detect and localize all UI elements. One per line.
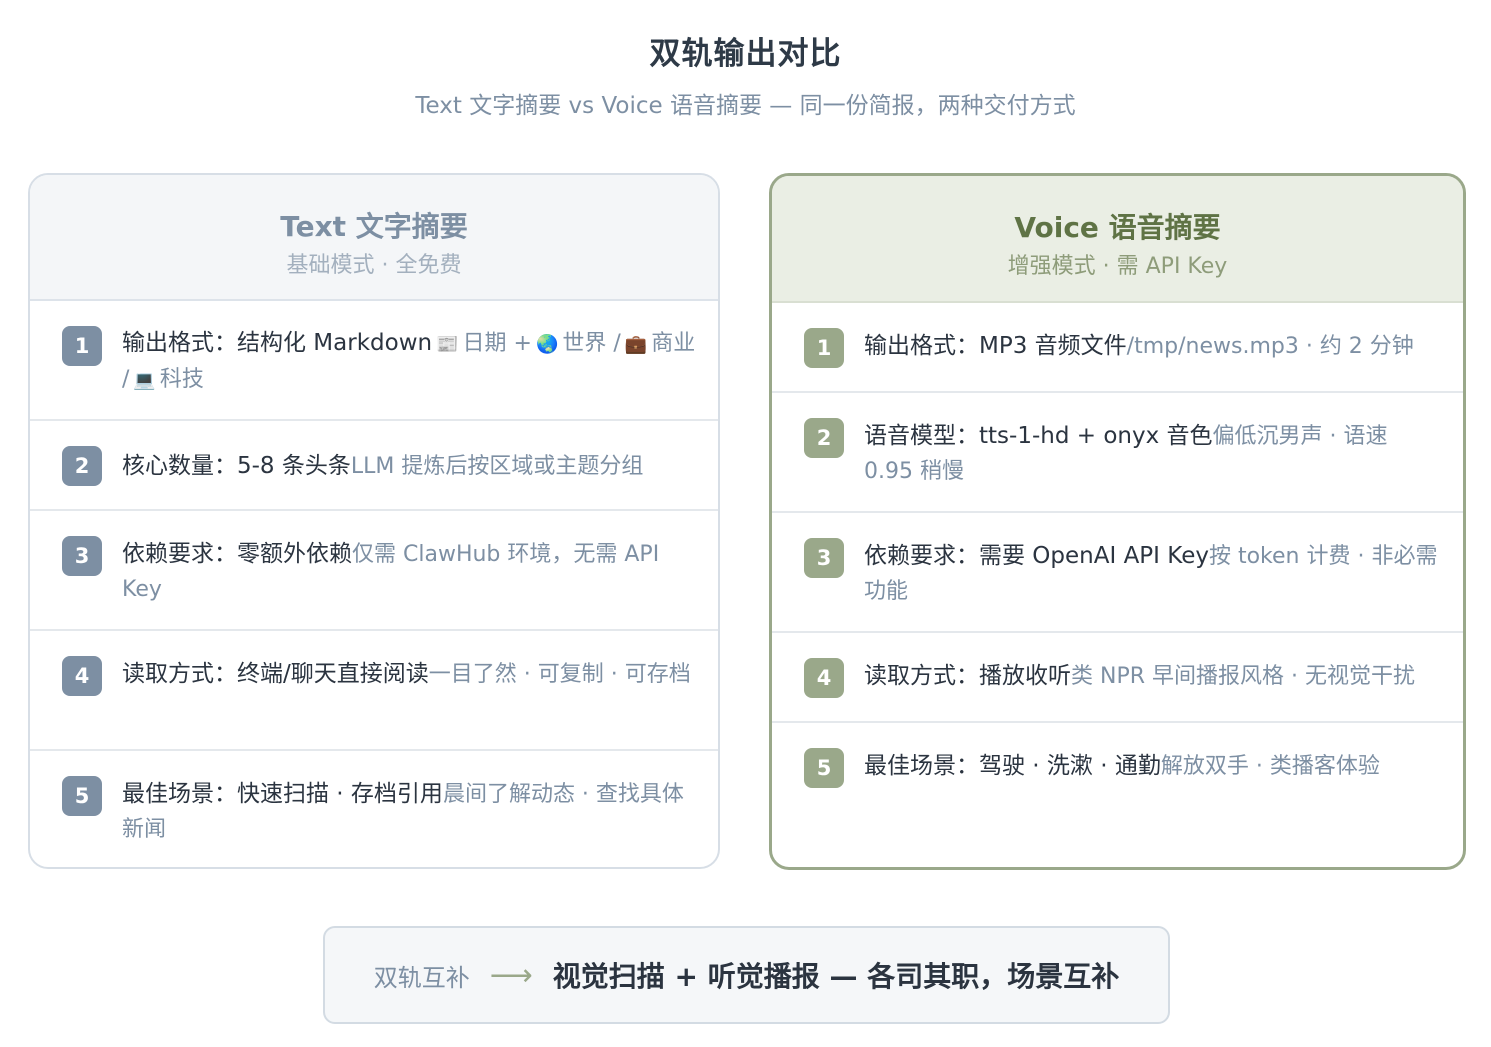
item-note: /tmp/news.mp3 · 约 2 分钟: [1126, 334, 1414, 359]
item-label: 核心数量：: [122, 453, 237, 479]
voice-card-header: Voice 语音摘要 增强模式 · 需 API Key: [772, 176, 1463, 303]
globe-icon: 🌏: [535, 334, 559, 355]
text-card-subtitle: 基础模式 · 全免费: [286, 253, 462, 278]
item-number: 2: [804, 418, 844, 458]
voice-item-1: 1 输出格式：MP3 音频文件/tmp/news.mp3 · 约 2 分钟: [772, 303, 1463, 393]
item-note: 一目了然 · 可复制 · 可存档: [428, 662, 691, 687]
summary-text: 视觉扫描 + 听觉播报 — 各司其职，场景互补: [552, 960, 1120, 993]
text-item-4: 4 读取方式：终端/聊天直接阅读一目了然 · 可复制 · 可存档: [30, 631, 718, 751]
item-number: 3: [62, 536, 102, 576]
item-label: 读取方式：: [864, 663, 979, 689]
voice-card-subtitle: 增强模式 · 需 API Key: [1007, 254, 1228, 279]
newspaper-icon: 📰: [436, 334, 459, 355]
item-number: 1: [62, 326, 102, 366]
summary-label: 双轨互补: [373, 963, 470, 992]
item-label: 最佳场景：: [864, 753, 979, 779]
item-label: 读取方式：: [122, 661, 237, 687]
item-value: tts-1-hd + onyx 音色: [979, 423, 1213, 449]
item-value: 零额外依赖: [237, 541, 352, 567]
text-summary-card: Text 文字摘要 基础模式 · 全免费 1 输出格式：结构化 Markdown…: [28, 173, 720, 869]
text-card-header: Text 文字摘要 基础模式 · 全免费: [30, 175, 718, 301]
item-value: 终端/聊天直接阅读: [237, 661, 429, 687]
item-value: 需要 OpenAI API Key: [979, 543, 1209, 569]
text-item-2: 2 核心数量：5-8 条头条LLM 提炼后按区域或主题分组: [30, 421, 718, 511]
voice-card-title: Voice 语音摘要: [1014, 211, 1221, 244]
item-note: LLM 提炼后按区域或主题分组: [350, 454, 644, 479]
item-note: 世界 /: [562, 331, 621, 356]
item-number: 5: [804, 748, 844, 788]
text-card-title: Text 文字摘要: [280, 210, 468, 243]
item-label: 最佳场景：: [122, 781, 237, 807]
item-note: 解放双手 · 类播客体验: [1160, 754, 1380, 779]
voice-item-4: 4 读取方式：播放收听类 NPR 早间播报风格 · 无视觉干扰: [772, 633, 1463, 723]
item-number: 4: [62, 656, 102, 696]
voice-item-3: 3 依赖要求：需要 OpenAI API Key按 token 计费 · 非必需…: [772, 513, 1463, 633]
item-number: 1: [804, 328, 844, 368]
item-label: 依赖要求：: [122, 541, 237, 567]
laptop-icon: 💻: [133, 370, 156, 391]
item-note: 科技: [159, 367, 204, 392]
item-value: 5-8 条头条: [237, 453, 351, 479]
item-value: 驾驶 · 洗漱 · 通勤: [979, 753, 1161, 779]
item-number: 4: [804, 658, 844, 698]
page-title: 双轨输出对比: [649, 36, 842, 72]
voice-item-2: 2 语音模型：tts-1-hd + onyx 音色偏低沉男声 · 语速 0.95…: [772, 393, 1463, 513]
item-note: 日期 +: [462, 331, 532, 356]
voice-item-5: 5 最佳场景：驾驶 · 洗漱 · 通勤解放双手 · 类播客体验: [772, 723, 1463, 863]
item-label: 依赖要求：: [864, 543, 979, 569]
item-value: 播放收听: [979, 663, 1071, 689]
briefcase-icon: 💼: [624, 334, 648, 355]
summary-box: 双轨互补 ⟶ 视觉扫描 + 听觉播报 — 各司其职，场景互补: [323, 926, 1170, 1024]
item-note: 类 NPR 早间播报风格 · 无视觉干扰: [1071, 664, 1415, 689]
text-item-1: 1 输出格式：结构化 Markdown 📰 日期 + 🌏 世界 / 💼 商业 / 💻 科技: [30, 301, 718, 421]
page-subtitle: Text 文字摘要 vs Voice 语音摘要 — 同一份简报，两种交付方式: [415, 93, 1076, 119]
voice-summary-card: Voice 语音摘要 增强模式 · 需 API Key 1 输出格式：MP3 音…: [769, 173, 1466, 870]
item-label: 语音模型：: [864, 423, 979, 449]
item-value: 结构化 Markdown: [237, 330, 433, 356]
text-item-5: 5 最佳场景：快速扫描 · 存档引用晨间了解动态 · 查找具体新闻: [30, 751, 718, 867]
item-label: 输出格式：: [122, 330, 237, 356]
item-value: MP3 音频文件: [979, 333, 1127, 359]
item-label: 输出格式：: [864, 333, 979, 359]
item-value: 快速扫描 · 存档引用: [237, 781, 443, 807]
arrow-right-icon: ⟶: [489, 957, 533, 993]
item-number: 5: [62, 776, 102, 816]
item-number: 2: [62, 446, 102, 486]
text-item-3: 3 依赖要求：零额外依赖仅需 ClawHub 环境，无需 API Key: [30, 511, 718, 631]
item-number: 3: [804, 538, 844, 578]
